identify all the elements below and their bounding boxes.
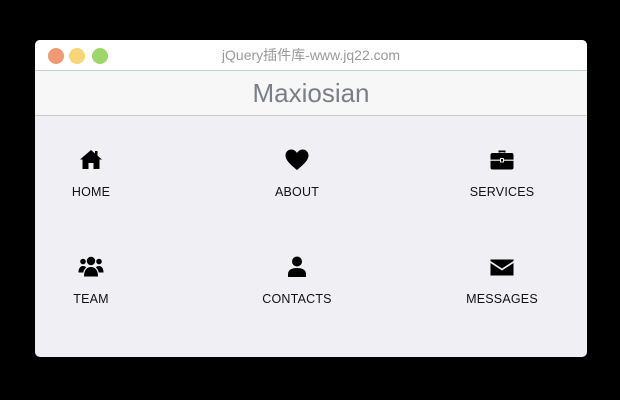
heart-icon — [284, 147, 310, 173]
users-icon — [78, 254, 104, 280]
menu-item-messages[interactable]: MESSAGES — [432, 254, 572, 324]
menu-item-label: SERVICES — [469, 185, 535, 199]
window-titlebar: jQuery插件库-www.jq22.com — [35, 40, 587, 71]
menu-item-home[interactable]: HOME — [35, 147, 161, 217]
menu-item-about[interactable]: ABOUT — [227, 147, 367, 217]
envelope-icon — [489, 254, 515, 280]
window-title: jQuery插件库-www.jq22.com — [221, 47, 401, 63]
app-window: jQuery插件库-www.jq22.com Maxiosian HOME AB… — [35, 40, 587, 357]
menu-item-team[interactable]: TEAM — [35, 254, 161, 324]
menu-item-label: CONTACTS — [262, 292, 332, 306]
app-header: Maxiosian — [35, 71, 587, 116]
menu-item-label: ABOUT — [274, 185, 320, 199]
menu-grid: HOME ABOUT SERVICES TEAM CONTACTS MESSAG… — [35, 116, 587, 357]
menu-item-label: HOME — [71, 185, 111, 199]
home-icon — [78, 147, 104, 173]
user-icon — [284, 254, 310, 280]
page-title: Maxiosian — [252, 78, 370, 108]
briefcase-icon — [489, 147, 515, 173]
menu-item-label: TEAM — [73, 292, 109, 306]
menu-item-label: MESSAGES — [466, 292, 538, 306]
menu-item-contacts[interactable]: CONTACTS — [227, 254, 367, 324]
menu-item-services[interactable]: SERVICES — [432, 147, 572, 217]
